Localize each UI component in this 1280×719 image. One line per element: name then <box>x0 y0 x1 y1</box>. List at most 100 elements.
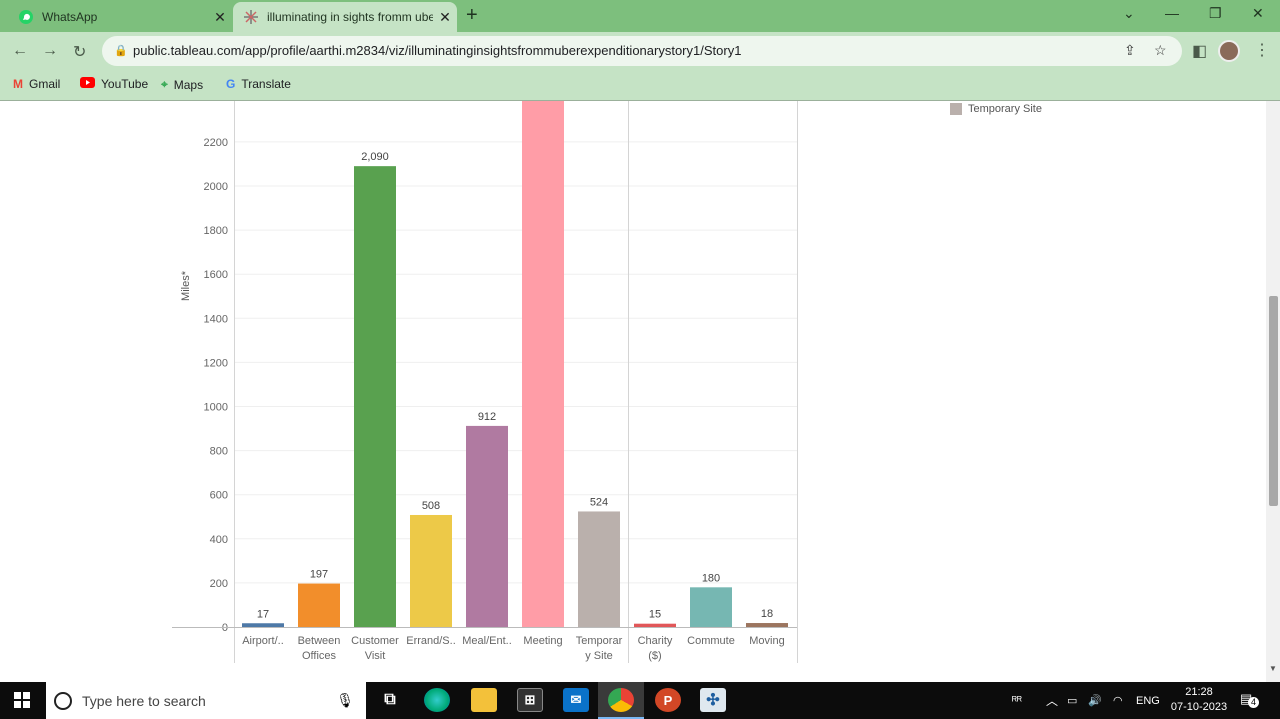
notifications-icon[interactable]: ▤ 4 <box>1240 691 1259 708</box>
bar <box>746 623 788 627</box>
y-tick-label: 800 <box>210 446 228 458</box>
close-tab-icon[interactable]: ✕ <box>208 9 232 26</box>
battery-icon[interactable]: ▭ <box>1067 682 1077 719</box>
bookmark-maps[interactable]: ⌖ Maps <box>161 77 203 92</box>
category-label: Errand/S.. <box>406 635 456 647</box>
chrome-icon <box>608 688 634 712</box>
y-tick-label: 1800 <box>204 225 228 237</box>
bar <box>634 623 676 627</box>
category-label: Customer <box>351 635 399 647</box>
mail-icon[interactable]: ✉ <box>563 688 589 712</box>
legend-swatch <box>950 103 962 115</box>
bar <box>578 511 620 627</box>
powerpoint-icon[interactable]: P <box>655 688 681 712</box>
bookmark-label: Maps <box>173 77 204 92</box>
tray-chevron-icon[interactable]: ︿ <box>1046 682 1058 719</box>
category-label: ($) <box>648 650 661 662</box>
bookmark-translate[interactable]: G Translate <box>226 77 291 91</box>
windows-start-icon[interactable] <box>14 692 30 713</box>
store-icon[interactable]: ⊞ <box>517 688 543 712</box>
avatar[interactable] <box>1218 40 1240 62</box>
bookmark-label: Gmail <box>29 77 61 91</box>
volume-icon[interactable]: 🔊 <box>1088 682 1102 719</box>
category-label: Moving <box>749 635 784 647</box>
share-icon[interactable]: ⇪ <box>1124 42 1136 59</box>
close-window-icon[interactable]: ✕ <box>1252 5 1264 22</box>
bar-value-label: 180 <box>702 572 720 584</box>
bar-value-label: 508 <box>422 500 440 512</box>
tab-title: illuminating in sights fromm ube <box>267 10 433 24</box>
bar <box>298 583 340 627</box>
lock-icon: 🔒 <box>114 45 128 57</box>
close-tab-icon[interactable]: ✕ <box>433 9 457 26</box>
edge-icon[interactable] <box>424 688 450 712</box>
people-icon[interactable]: ᴿᴿ <box>1012 682 1022 719</box>
scrollbar-thumb[interactable] <box>1269 296 1278 506</box>
category-label: Between <box>298 635 341 647</box>
bar <box>354 166 396 627</box>
y-tick-label: 2000 <box>204 181 228 193</box>
restore-icon[interactable]: ❐ <box>1209 5 1222 22</box>
taskbar: Type here to search 🎙 ⧉ ⊞ ✉ P ✣ ᴿᴿ ︿ ▭ 🔊… <box>0 682 1280 719</box>
youtube-icon <box>80 77 95 91</box>
browser-tab-bar: WhatsApp ✕ illuminating in sights fromm … <box>0 0 1280 32</box>
language-indicator[interactable]: ENG <box>1136 682 1160 719</box>
tab-title: WhatsApp <box>42 10 98 24</box>
y-axis-label: Miles* <box>180 270 192 301</box>
translate-icon: G <box>226 77 236 91</box>
bookmark-gmail[interactable]: M Gmail <box>13 77 60 91</box>
bar <box>242 623 284 627</box>
url-text[interactable]: public.tableau.com/app/profile/aarthi.m2… <box>133 43 741 58</box>
task-view-icon[interactable]: ⧉ <box>377 688 403 712</box>
address-bar-row: ← → ↻ 🔒 public.tableau.com/app/profile/a… <box>0 32 1280 70</box>
bookmark-star-icon[interactable]: ☆ <box>1154 42 1167 59</box>
category-label: Airport/.. <box>242 635 284 647</box>
menu-icon[interactable]: ⋮ <box>1254 40 1270 60</box>
chrome-taskbar-button[interactable] <box>598 682 644 719</box>
y-tick-label: 400 <box>210 534 228 546</box>
search-placeholder: Type here to search <box>82 692 206 709</box>
category-label: Charity <box>638 635 673 647</box>
wifi-icon[interactable]: ◠ <box>1113 682 1123 719</box>
bar <box>522 101 564 628</box>
y-tick-label: 1600 <box>204 269 228 281</box>
tableau-app-icon[interactable]: ✣ <box>700 688 726 712</box>
tab-whatsapp[interactable]: WhatsApp ✕ <box>8 2 232 32</box>
bar-value-label: 197 <box>310 569 328 581</box>
bookmarks-bar: M Gmail YouTube ⌖ Maps G Translate <box>0 70 1280 101</box>
taskbar-search[interactable]: Type here to search 🎙 <box>46 682 366 719</box>
bookmark-label: Translate <box>241 77 291 91</box>
microphone-icon[interactable]: 🎙 <box>336 692 354 709</box>
maps-icon: ⌖ <box>161 77 168 91</box>
y-tick-label: 1000 <box>204 402 228 414</box>
bar <box>466 425 508 627</box>
y-tick-label: 2200 <box>204 137 228 149</box>
tab-search-icon[interactable]: ⌄ <box>1123 5 1135 22</box>
bar-value-label: 2,090 <box>361 151 389 163</box>
y-tick-label: 1200 <box>204 357 228 369</box>
time-text: 21:28 <box>1185 686 1213 698</box>
category-label: Temporar <box>576 635 623 647</box>
back-icon[interactable]: ← <box>12 42 28 60</box>
bookmark-youtube[interactable]: YouTube <box>80 77 148 91</box>
tab-tableau[interactable]: illuminating in sights fromm ube ✕ <box>233 2 457 32</box>
category-label: Offices <box>302 650 337 662</box>
bar <box>410 514 452 627</box>
side-panel-icon[interactable]: ◧ <box>1192 41 1207 61</box>
page-content: 0200400600800100012001400160018002000220… <box>0 101 1266 682</box>
bookmark-label: YouTube <box>101 77 149 91</box>
y-tick-label: 600 <box>210 490 228 502</box>
category-label: y Site <box>585 650 613 662</box>
clock[interactable]: 21:28 07-10-2023 <box>1166 685 1232 715</box>
scroll-down-icon[interactable]: ▼ <box>1269 664 1277 673</box>
reload-icon[interactable]: ↻ <box>73 42 86 62</box>
new-tab-icon[interactable]: + <box>466 4 478 27</box>
bar-value-label: 912 <box>478 411 496 423</box>
omnibox[interactable]: 🔒 public.tableau.com/app/profile/aarthi.… <box>102 36 1182 66</box>
forward-icon[interactable]: → <box>42 42 58 60</box>
minimize-icon[interactable]: — <box>1165 5 1179 21</box>
vertical-scrollbar[interactable]: ▼ <box>1266 101 1280 682</box>
file-explorer-icon[interactable] <box>471 688 497 712</box>
notification-count: 4 <box>1248 697 1259 708</box>
gmail-icon: M <box>13 77 23 91</box>
